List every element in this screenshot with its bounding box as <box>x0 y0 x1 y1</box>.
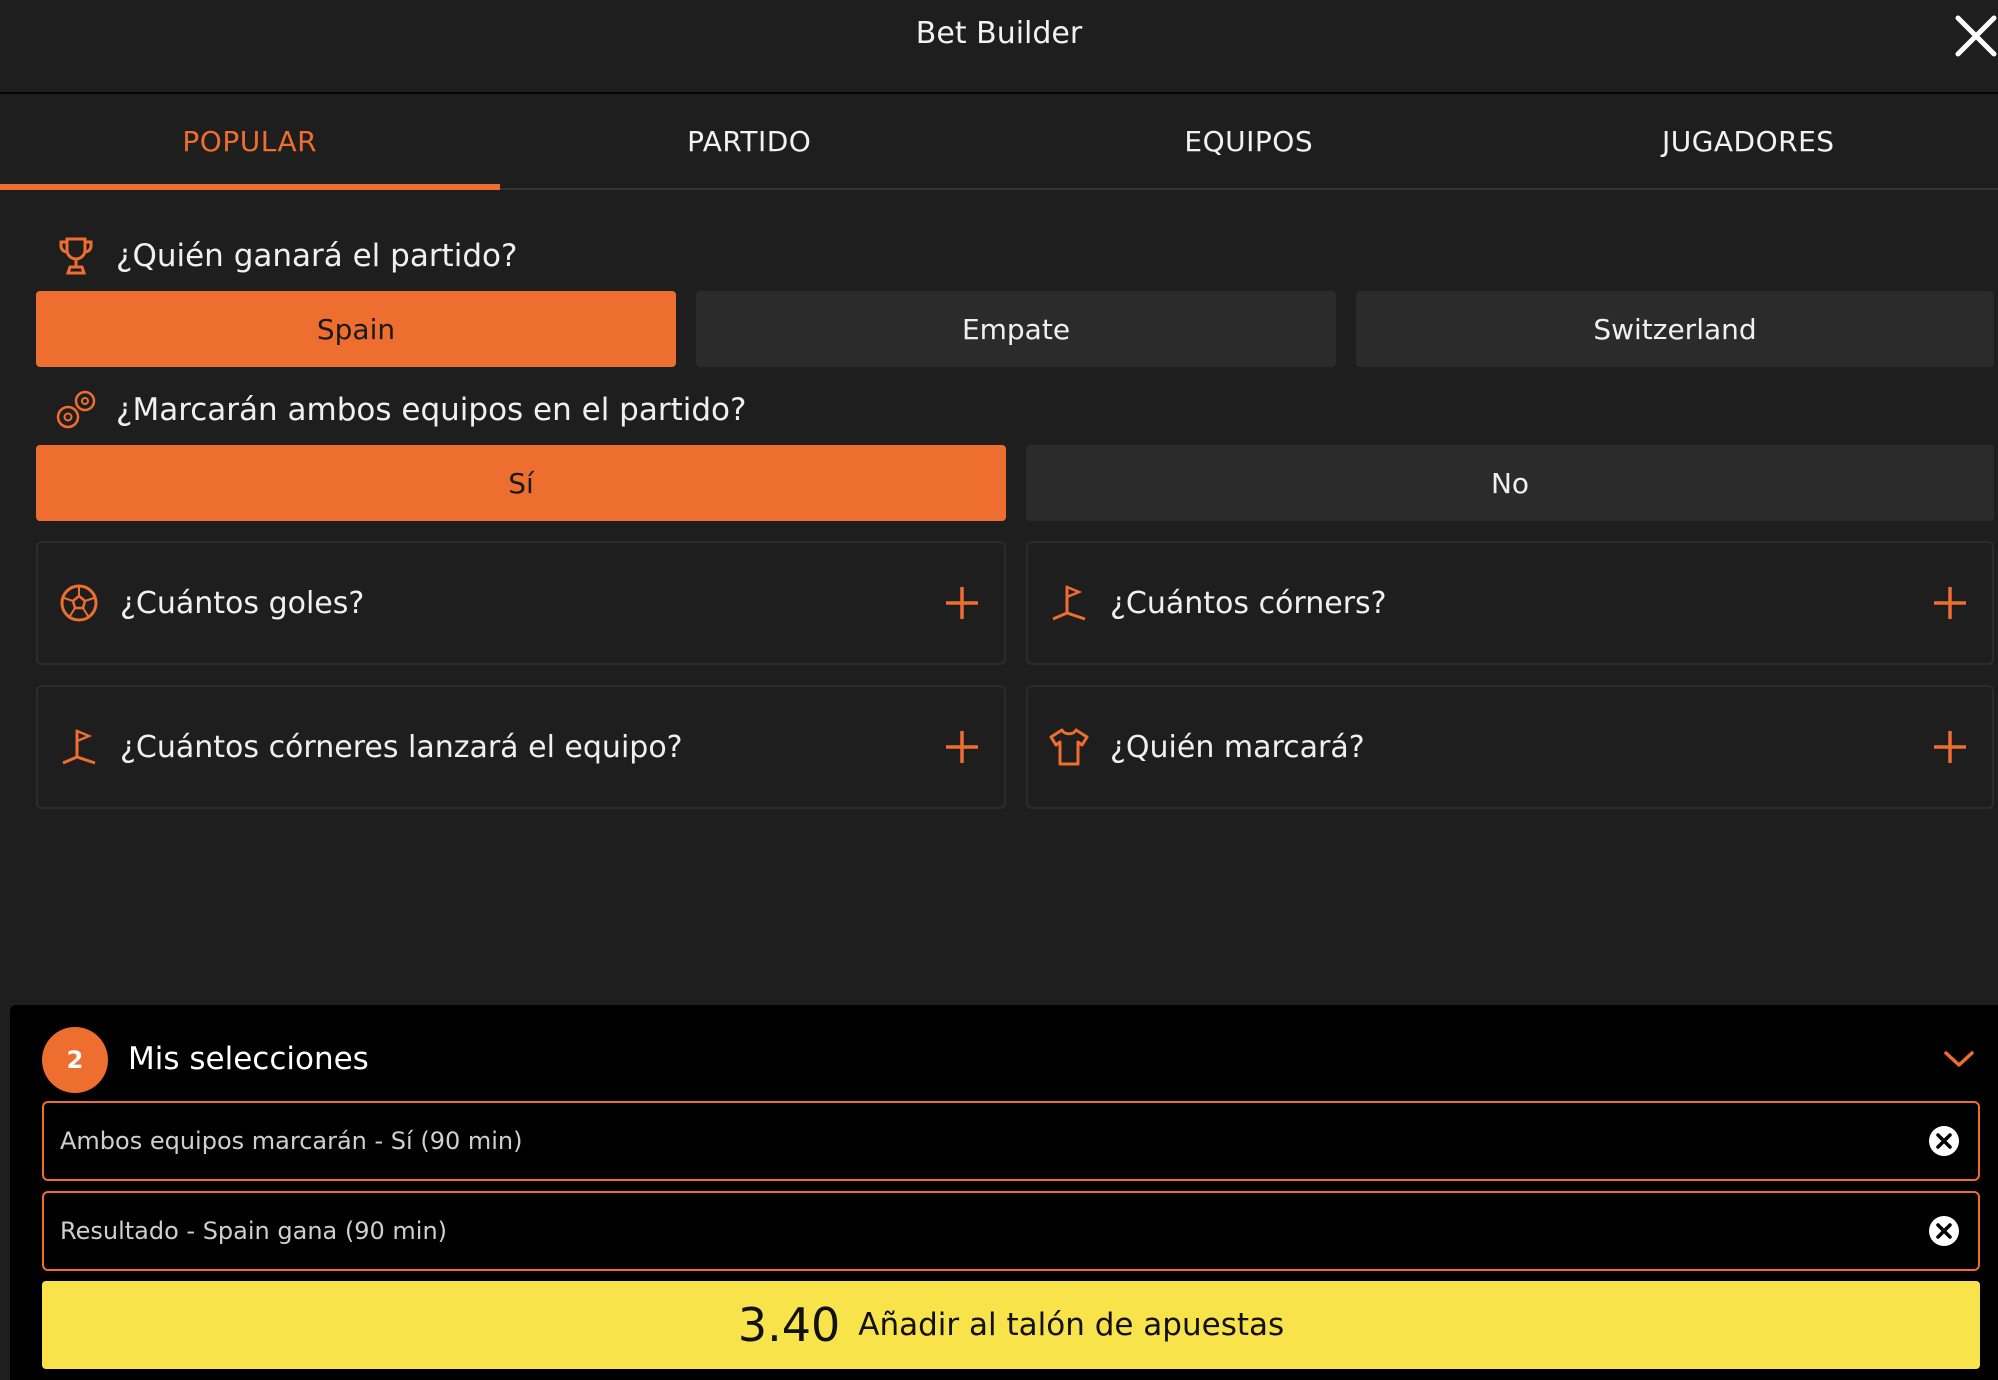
corner-flag-icon <box>58 726 100 768</box>
remove-icon[interactable] <box>1928 1125 1960 1157</box>
card-scorer[interactable]: ¿Quién marcará? <box>1026 685 1994 809</box>
tab-equipos[interactable]: EQUIPOS <box>999 94 1499 188</box>
close-button[interactable] <box>1950 10 1998 62</box>
tab-bar: POPULAR PARTIDO EQUIPOS JUGADORES <box>0 94 1998 190</box>
selection-item-label: Ambos equipos marcarán - Sí (90 min) <box>60 1127 523 1155</box>
winner-question-title: ¿Quién ganará el partido? <box>116 238 518 274</box>
selection-item: Ambos equipos marcarán - Sí (90 min) <box>42 1101 1980 1181</box>
card-corners[interactable]: ¿Cuántos córners? <box>1026 541 1994 665</box>
total-odds: 3.40 <box>737 1298 841 1352</box>
remove-icon[interactable] <box>1928 1215 1960 1247</box>
option-spain[interactable]: Spain <box>36 291 676 367</box>
shirt-icon <box>1048 726 1090 768</box>
selections-count-badge: 2 <box>42 1027 108 1093</box>
card-goals-label: ¿Cuántos goles? <box>120 585 365 621</box>
trophy-icon <box>56 236 96 276</box>
selection-item-label: Resultado - Spain gana (90 min) <box>60 1217 448 1245</box>
plus-icon[interactable] <box>944 585 980 621</box>
selections-title: Mis selecciones <box>128 1041 369 1077</box>
tab-jugadores[interactable]: JUGADORES <box>1499 94 1998 188</box>
card-corners-label: ¿Cuántos córners? <box>1110 585 1387 621</box>
page-title: Bet Builder <box>915 16 1083 51</box>
plus-icon[interactable] <box>944 729 980 765</box>
corner-flag-icon <box>1048 582 1090 624</box>
add-to-betslip-button[interactable]: 3.40 Añadir al talón de apuestas <box>42 1281 1980 1369</box>
card-team-corners-label: ¿Cuántos córneres lanzará el equipo? <box>120 729 683 765</box>
selection-item: Resultado - Spain gana (90 min) <box>42 1191 1980 1271</box>
card-scorer-label: ¿Quién marcará? <box>1110 729 1365 765</box>
football-icon <box>58 582 100 624</box>
option-switzerland[interactable]: Switzerland <box>1356 291 1994 367</box>
btts-question-title: ¿Marcarán ambos equipos en el partido? <box>116 392 747 428</box>
winner-question-header: ¿Quién ganará el partido? <box>56 236 517 276</box>
card-goals[interactable]: ¿Cuántos goles? <box>36 541 1006 665</box>
chevron-down-icon[interactable] <box>1942 1047 1976 1071</box>
tab-popular[interactable]: POPULAR <box>0 94 500 190</box>
plus-icon[interactable] <box>1932 585 1968 621</box>
close-icon <box>1955 15 1997 57</box>
option-no[interactable]: No <box>1026 445 1994 521</box>
selections-panel: 2 Mis selecciones Ambos equipos marcarán… <box>10 1005 1998 1380</box>
option-empate[interactable]: Empate <box>696 291 1336 367</box>
plus-icon[interactable] <box>1932 729 1968 765</box>
card-team-corners[interactable]: ¿Cuántos córneres lanzará el equipo? <box>36 685 1006 809</box>
tab-partido[interactable]: PARTIDO <box>500 94 1000 188</box>
option-si[interactable]: Sí <box>36 445 1006 521</box>
header: Bet Builder <box>0 0 1998 94</box>
two-balls-icon <box>56 390 96 430</box>
bet-builder-app: Bet Builder POPULAR PARTIDO EQUIPOS JUGA… <box>0 0 1998 1380</box>
add-to-betslip-label: Añadir al talón de apuestas <box>858 1307 1285 1343</box>
btts-question-header: ¿Marcarán ambos equipos en el partido? <box>56 390 746 430</box>
